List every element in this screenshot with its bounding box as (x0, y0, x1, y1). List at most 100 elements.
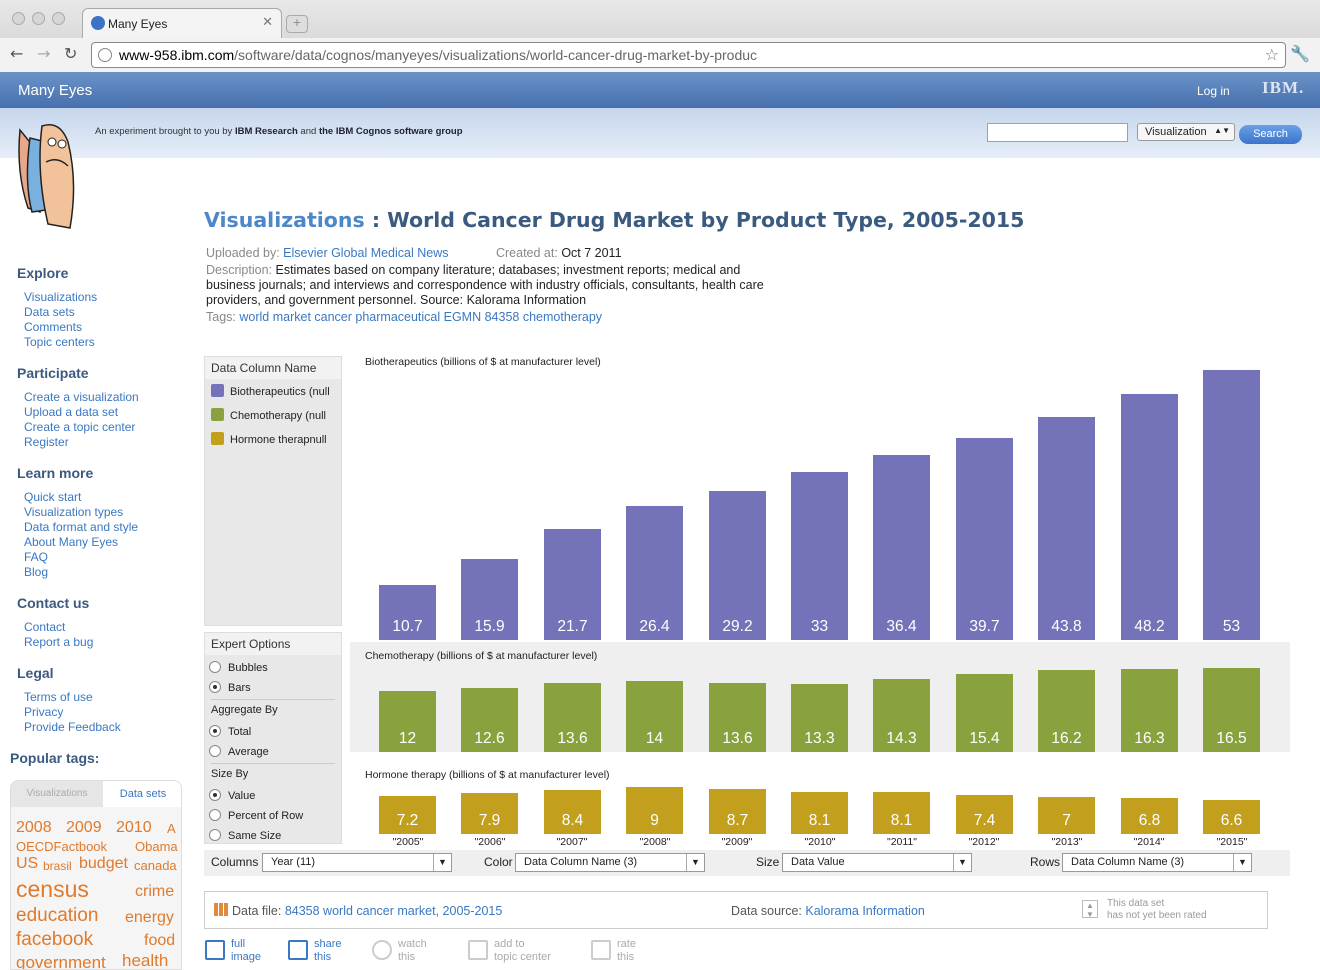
bar-0-6[interactable] (873, 455, 930, 640)
sidebar-link-privacy[interactable]: Privacy (24, 705, 63, 719)
legend-item-hormone[interactable]: Hormone therapnull (211, 432, 327, 446)
bar-0-5[interactable] (791, 472, 848, 640)
rows-select[interactable]: Data Column Name (3) ▼ (1062, 853, 1252, 872)
login-link[interactable]: Log in (1197, 84, 1230, 98)
close-window-button[interactable] (12, 12, 25, 25)
sidebar-link-blog[interactable]: Blog (24, 565, 48, 579)
bar-0-8[interactable] (1038, 417, 1095, 640)
bar-value-label: 10.7 (392, 618, 423, 635)
new-tab-button[interactable]: + (286, 15, 308, 33)
bar-value-label: 39.7 (969, 618, 1000, 635)
tag-link[interactable]: brasil (43, 859, 72, 873)
tag-link[interactable]: US (16, 855, 38, 873)
legend-swatch (211, 408, 224, 421)
bar-value-label: 13.3 (804, 730, 835, 747)
binoculars-icon (372, 940, 392, 960)
radio-bars[interactable]: Bars (209, 681, 251, 694)
bar-value-label: 43.8 (1051, 618, 1082, 635)
close-tab-icon[interactable]: ✕ (262, 15, 273, 30)
tag-link[interactable]: Obama (135, 839, 178, 854)
zoom-window-button[interactable] (52, 12, 65, 25)
search-input[interactable] (987, 123, 1128, 142)
rating-arrows-icon[interactable]: ▲ ▼ (1082, 900, 1098, 919)
back-arrow-icon[interactable]: ← (10, 44, 23, 63)
bar-0-7[interactable] (956, 438, 1013, 640)
tag-link[interactable]: food (144, 932, 175, 950)
size-select[interactable]: Data Value ▼ (782, 853, 972, 872)
site-subheader: An experiment brought to you by IBM Rese… (0, 108, 1320, 158)
tag-link[interactable]: government (16, 953, 106, 969)
legal-heading: Legal (17, 665, 54, 681)
tag-link[interactable]: health (122, 951, 168, 969)
search-button[interactable]: Search (1239, 125, 1302, 144)
x-tick-label: "2010" (804, 836, 836, 848)
radio-total[interactable]: Total (209, 725, 251, 738)
sidebar-link-visualization-types[interactable]: Visualization types (24, 505, 123, 519)
address-bar[interactable]: www-958.ibm.com/software/data/cognos/man… (91, 42, 1286, 68)
bar-0-10[interactable] (1203, 370, 1260, 640)
bar-0-9[interactable] (1121, 394, 1178, 640)
site-brand[interactable]: Many Eyes (18, 82, 92, 99)
tag-link[interactable]: facebook (16, 929, 93, 951)
sidebar-link-about[interactable]: About Many Eyes (24, 535, 118, 549)
sidebar-link-feedback[interactable]: Provide Feedback (24, 720, 121, 734)
legend-item-biotherapeutics[interactable]: Biotherapeutics (null (211, 384, 330, 398)
forward-arrow-icon[interactable]: → (37, 44, 50, 63)
series-label: Hormone therapy (billions of $ at manufa… (365, 769, 610, 781)
bar-value-label: 7 (1062, 812, 1071, 829)
tab-popular-visualizations[interactable]: Visualizations (11, 781, 103, 807)
sidebar-link-create-visualization[interactable]: Create a visualization (24, 390, 139, 404)
sidebar-link-data-format[interactable]: Data format and style (24, 520, 138, 534)
color-select[interactable]: Data Column Name (3) ▼ (515, 853, 705, 872)
sidebar-link-terms[interactable]: Terms of use (24, 690, 93, 704)
tag-link[interactable]: crime (135, 883, 174, 901)
tags-links[interactable]: world market cancer pharmaceutical EGMN … (239, 310, 602, 324)
tag-link[interactable]: OECDFactbook (16, 839, 107, 854)
bar-value-label: 8.1 (808, 812, 831, 829)
sidebar-link-create-topic-center[interactable]: Create a topic center (24, 420, 135, 434)
radio-percent-row[interactable]: Percent of Row (209, 809, 303, 822)
tag-link[interactable]: canada (134, 858, 177, 873)
description: Description: Estimates based on company … (206, 263, 741, 277)
ibm-logo[interactable]: IBM. (1262, 78, 1304, 98)
sidebar-link-contact[interactable]: Contact (24, 620, 65, 634)
columns-select[interactable]: Year (11) ▼ (262, 853, 452, 872)
tag-link[interactable]: 2010 (116, 819, 152, 837)
radio-bubbles[interactable]: Bubbles (209, 661, 268, 674)
bookmark-star-icon[interactable]: ☆ (1265, 45, 1279, 64)
sidebar-link-quick-start[interactable]: Quick start (24, 490, 81, 504)
bar-value-label: 7.9 (478, 812, 501, 829)
legend-item-chemotherapy[interactable]: Chemotherapy (null (211, 408, 326, 422)
reload-icon[interactable]: ↻ (64, 44, 77, 63)
sidebar-link-report-bug[interactable]: Report a bug (24, 635, 93, 649)
tag-link[interactable]: A (167, 821, 176, 836)
sidebar-link-faq[interactable]: FAQ (24, 550, 48, 564)
minimize-window-button[interactable] (32, 12, 45, 25)
tag-link[interactable]: 2009 (66, 819, 102, 837)
radio-same-size[interactable]: Same Size (209, 829, 281, 842)
sidebar-link-visualizations[interactable]: Visualizations (24, 290, 97, 304)
tag-link[interactable]: budget (79, 855, 128, 873)
wrench-icon[interactable]: 🔧 (1290, 44, 1310, 63)
sidebar-link-register[interactable]: Register (24, 435, 69, 449)
search-type-select[interactable]: Visualization ▲▼ (1137, 123, 1235, 141)
tag-link[interactable]: energy (125, 909, 174, 927)
tag-link[interactable]: census (16, 876, 89, 903)
sidebar-link-upload-data-set[interactable]: Upload a data set (24, 405, 118, 419)
browser-tab[interactable]: Many Eyes ✕ (82, 8, 282, 38)
radio-value[interactable]: Value (209, 789, 255, 802)
uploader-link[interactable]: Elsevier Global Medical News (283, 246, 448, 260)
size-by-label: Size By (211, 768, 249, 780)
data-file-link[interactable]: 84358 world cancer market, 2005-2015 (285, 904, 503, 918)
legend-panel: Data Column Name Biotherapeutics (null C… (204, 356, 342, 626)
visualizations-breadcrumb-link[interactable]: Visualizations (204, 208, 365, 232)
tab-popular-data-sets[interactable]: Data sets (103, 781, 181, 807)
tag-link[interactable]: education (16, 905, 98, 927)
sidebar-link-topic-centers[interactable]: Topic centers (24, 335, 95, 349)
sidebar-link-data-sets[interactable]: Data sets (24, 305, 75, 319)
data-source-link[interactable]: Kalorama Information (805, 904, 925, 918)
data-source-text: Data source: Kalorama Information (731, 904, 925, 918)
sidebar-link-comments[interactable]: Comments (24, 320, 82, 334)
tag-link[interactable]: 2008 (16, 819, 52, 837)
radio-average[interactable]: Average (209, 745, 269, 758)
